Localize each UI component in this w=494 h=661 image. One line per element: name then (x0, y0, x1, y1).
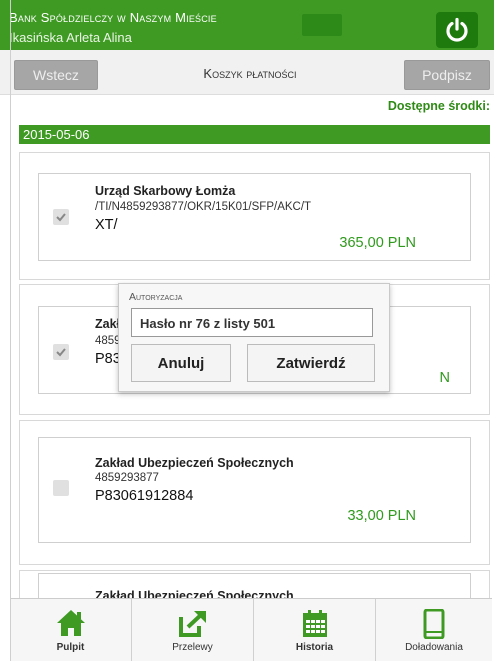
payment-group: Urząd Skarbowy Łomża /TI/N4859293877/OKR… (19, 152, 490, 280)
left-border (10, 0, 11, 661)
bottom-nav: Pulpit Przelewy Historia Doładowania (10, 598, 492, 661)
date-header: 2015-05-06 (19, 125, 490, 144)
checkmark-icon (56, 348, 66, 357)
nav-label: Przelewy (172, 642, 213, 653)
payee-name: Zakład Ubezpieczeń Społecznych (95, 456, 294, 470)
payment-checkbox[interactable] (53, 480, 69, 496)
payment-reference: P83061912884 (95, 488, 194, 504)
external-link-icon (178, 611, 206, 637)
payment-card[interactable]: Zakład Ubezpieczeń Społecznych 485929387… (38, 437, 471, 543)
dialog-title: Autoryzacja (129, 291, 183, 303)
bank-name: Bank Spółdzielczy w Naszym Mieście (9, 10, 217, 25)
payment-checkbox[interactable] (53, 344, 69, 360)
nav-label: Doładowania (405, 642, 463, 653)
payment-amount: N (439, 370, 450, 386)
logout-button[interactable] (436, 12, 478, 48)
header-decoration (302, 14, 342, 36)
page-title: Koszyk płatności (203, 66, 297, 81)
payment-amount: 33,00 PLN (347, 508, 416, 524)
nav-item-przelewy[interactable]: Przelewy (132, 599, 254, 661)
power-icon (446, 17, 468, 42)
toolbar: Wstecz Koszyk płatności Podpisz (0, 50, 494, 95)
account-number: /TI/N4859293877/OKR/15K01/SFP/AKC/T (95, 201, 312, 213)
back-button[interactable]: Wstecz (14, 60, 98, 90)
payment-group: Zakład Ubezpieczeń Społecznych 485929387… (19, 420, 490, 565)
nav-item-pulpit[interactable]: Pulpit (10, 599, 132, 661)
authorization-dialog: Autoryzacja Hasło nr 76 z listy 501 Anul… (118, 283, 390, 392)
app-header: Bank Spółdzielczy w Naszym Mieście Ikasi… (0, 0, 494, 50)
payment-amount: 365,00 PLN (339, 235, 416, 251)
nav-label: Historia (295, 642, 334, 653)
available-funds-label: Dostępne środki: (387, 99, 490, 113)
payment-checkbox[interactable] (53, 209, 69, 225)
app-frame: Bank Spółdzielczy w Naszym Mieście Ikasi… (0, 0, 494, 661)
nav-item-doladowania[interactable]: Doładowania (376, 599, 492, 661)
calendar-icon (302, 610, 327, 637)
payment-reference: XT/ (95, 217, 118, 233)
phone-icon (423, 609, 445, 639)
home-icon (56, 610, 85, 636)
payment-card[interactable]: Urząd Skarbowy Łomża /TI/N4859293877/OKR… (38, 173, 471, 261)
payee-name: Urząd Skarbowy Łomża (95, 184, 236, 198)
account-number: 4859293877 (95, 472, 159, 484)
confirm-button[interactable]: Zatwierdź (247, 344, 375, 382)
user-name: Ikasińska Arleta Alina (9, 30, 132, 45)
checkmark-icon (56, 213, 66, 222)
sign-button[interactable]: Podpisz (404, 60, 490, 90)
nav-item-historia[interactable]: Historia (254, 599, 376, 661)
account-number: 4859 (95, 335, 121, 347)
cancel-button[interactable]: Anuluj (131, 344, 231, 382)
password-input[interactable]: Hasło nr 76 z listy 501 (131, 308, 373, 337)
nav-label: Pulpit (56, 642, 85, 653)
